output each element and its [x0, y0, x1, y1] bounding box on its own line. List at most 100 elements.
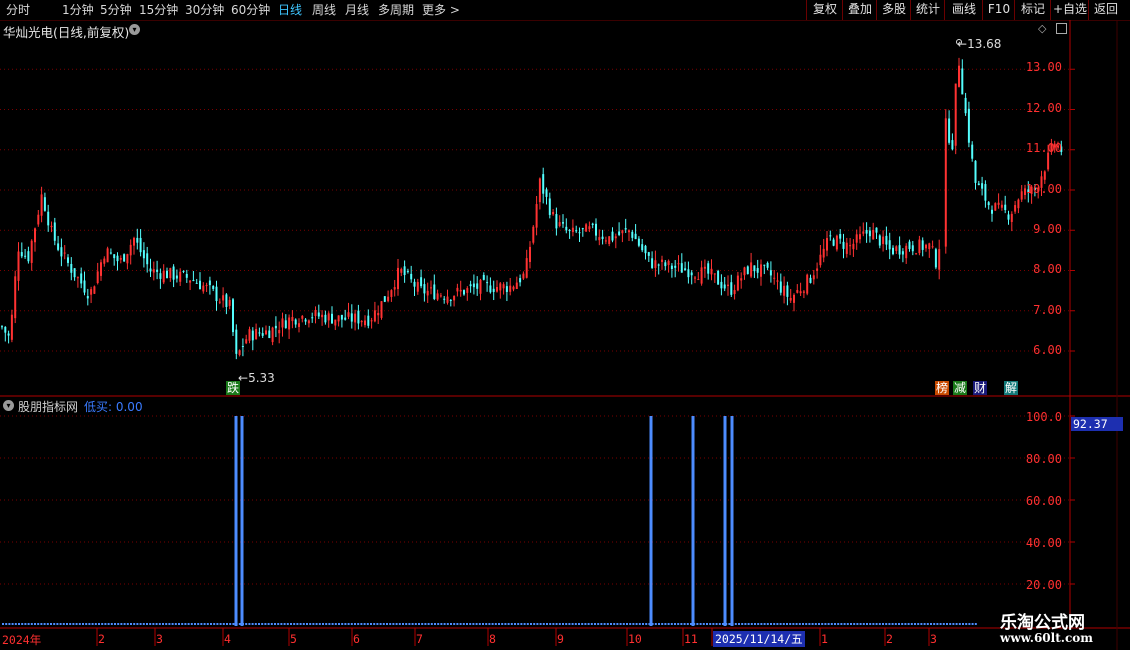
indicator-baseline-dot: [440, 623, 443, 625]
candle-body: [321, 314, 324, 318]
indicator-baseline-dot: [379, 623, 382, 625]
indicator-baseline-dot: [610, 623, 612, 625]
indicator-baseline-dot: [290, 623, 292, 625]
candle-body: [631, 231, 634, 238]
candle-body: [934, 249, 937, 268]
indicator-baseline-dot: [536, 623, 539, 625]
candle-body: [496, 287, 498, 292]
indicator-baseline-dot: [965, 623, 968, 625]
indicator-baseline-dot: [174, 623, 177, 625]
candle-body: [687, 269, 690, 278]
indicator-baseline-dot: [443, 623, 446, 625]
indicator-baseline-dot: [466, 623, 468, 625]
indicator-baseline-dot: [501, 623, 504, 625]
chevron-down-icon[interactable]: ▾: [129, 24, 140, 35]
event-tag-reduce[interactable]: 减: [953, 381, 968, 395]
indicator-baseline-dot: [139, 623, 142, 625]
candle-body: [314, 310, 317, 316]
candle-body: [614, 236, 617, 239]
event-tag-fall[interactable]: 跌: [226, 381, 241, 395]
indicator-baseline-dot: [917, 623, 920, 625]
indicator-baseline-dot: [968, 623, 971, 625]
event-tag-finance[interactable]: 财: [973, 381, 988, 395]
candle-body: [215, 286, 218, 302]
diamond-icon[interactable]: ◇: [1038, 22, 1046, 35]
indicator-baseline-dot: [626, 623, 628, 625]
price-axis-label: 6.00: [1033, 343, 1062, 357]
indicator-title[interactable]: 股朋指标网: [18, 398, 78, 415]
indicator-baseline-dot: [696, 623, 699, 625]
indicator-baseline-dot: [837, 623, 840, 625]
indicator-baseline-dot: [750, 623, 753, 625]
indicator-pulse: [649, 416, 653, 626]
indicator-baseline-dot: [952, 623, 955, 625]
indicator-baseline-dot: [597, 623, 600, 625]
indicator-baseline-dot: [162, 623, 164, 625]
chevron-down-icon[interactable]: ▾: [3, 400, 14, 411]
candle-body: [446, 296, 449, 303]
candle-body: [961, 68, 964, 95]
candle-body: [17, 251, 20, 281]
indicator-baseline-dot: [280, 623, 283, 625]
indicator-baseline-dot: [344, 623, 347, 625]
price-axis-label: 7.00: [1033, 303, 1062, 317]
candle-body: [901, 251, 904, 255]
indicator-baseline-dot: [146, 623, 148, 625]
candle-body: [816, 268, 819, 271]
candle-body: [509, 285, 512, 292]
indicator-baseline-dot: [904, 623, 907, 625]
candle-body: [469, 284, 472, 287]
indicator-baseline-dot: [437, 623, 440, 625]
candle-body: [278, 330, 281, 334]
event-tag-rank[interactable]: 榜: [935, 381, 950, 395]
candle-body: [73, 268, 76, 278]
candle-body: [67, 257, 69, 263]
indicator-axis-label: 60.00: [1025, 494, 1062, 508]
candle-body: [199, 280, 201, 290]
time-axis-label: 8: [489, 632, 496, 646]
candle-body: [865, 230, 868, 234]
event-tag-unlock[interactable]: 解: [1004, 381, 1019, 395]
indicator-baseline-dot: [843, 623, 846, 625]
candle-body: [202, 285, 205, 292]
candle-body: [123, 254, 126, 262]
candle-body: [337, 315, 340, 322]
candle-body: [717, 270, 720, 285]
candle-body: [294, 319, 297, 325]
candle-body: [773, 277, 776, 279]
candle-body: [928, 243, 931, 250]
indicator-baseline-dot: [53, 623, 56, 625]
candle-body: [327, 313, 330, 321]
indicator-axis-label: 80.00: [1025, 452, 1062, 466]
indicator-baseline-dot: [338, 623, 340, 625]
candle-body: [707, 263, 710, 274]
indicator-baseline-dot: [2, 623, 4, 625]
candle-body: [908, 241, 911, 249]
candle-body: [459, 289, 462, 292]
indicator-baseline-dot: [747, 623, 750, 625]
kline-chart[interactable]: [0, 0, 1130, 650]
indicator-baseline-dot: [421, 623, 424, 625]
indicator-baseline-dot: [635, 623, 638, 625]
indicator-baseline-dot: [206, 623, 209, 625]
candle-body: [241, 346, 244, 348]
indicator-baseline-dot: [638, 623, 641, 625]
candle-body: [611, 231, 614, 241]
indicator-baseline-dot: [306, 623, 308, 625]
panel-toggle-icon[interactable]: [1056, 23, 1067, 34]
candle-body: [651, 258, 654, 268]
candle-body: [403, 266, 406, 276]
indicator-baseline-dot: [590, 623, 593, 625]
candle-body: [832, 239, 835, 246]
indicator-baseline-dot: [690, 623, 692, 625]
indicator-baseline-dot: [40, 623, 43, 625]
candle-body: [892, 247, 894, 255]
candle-body: [367, 315, 370, 326]
candle-body: [492, 288, 495, 292]
candle-body: [86, 296, 89, 299]
indicator-baseline-dot: [517, 623, 520, 625]
indicator-baseline-dot: [472, 623, 475, 625]
candle-body: [925, 244, 927, 249]
indicator-baseline-dot: [261, 623, 264, 625]
indicator-baseline-dot: [242, 623, 244, 625]
